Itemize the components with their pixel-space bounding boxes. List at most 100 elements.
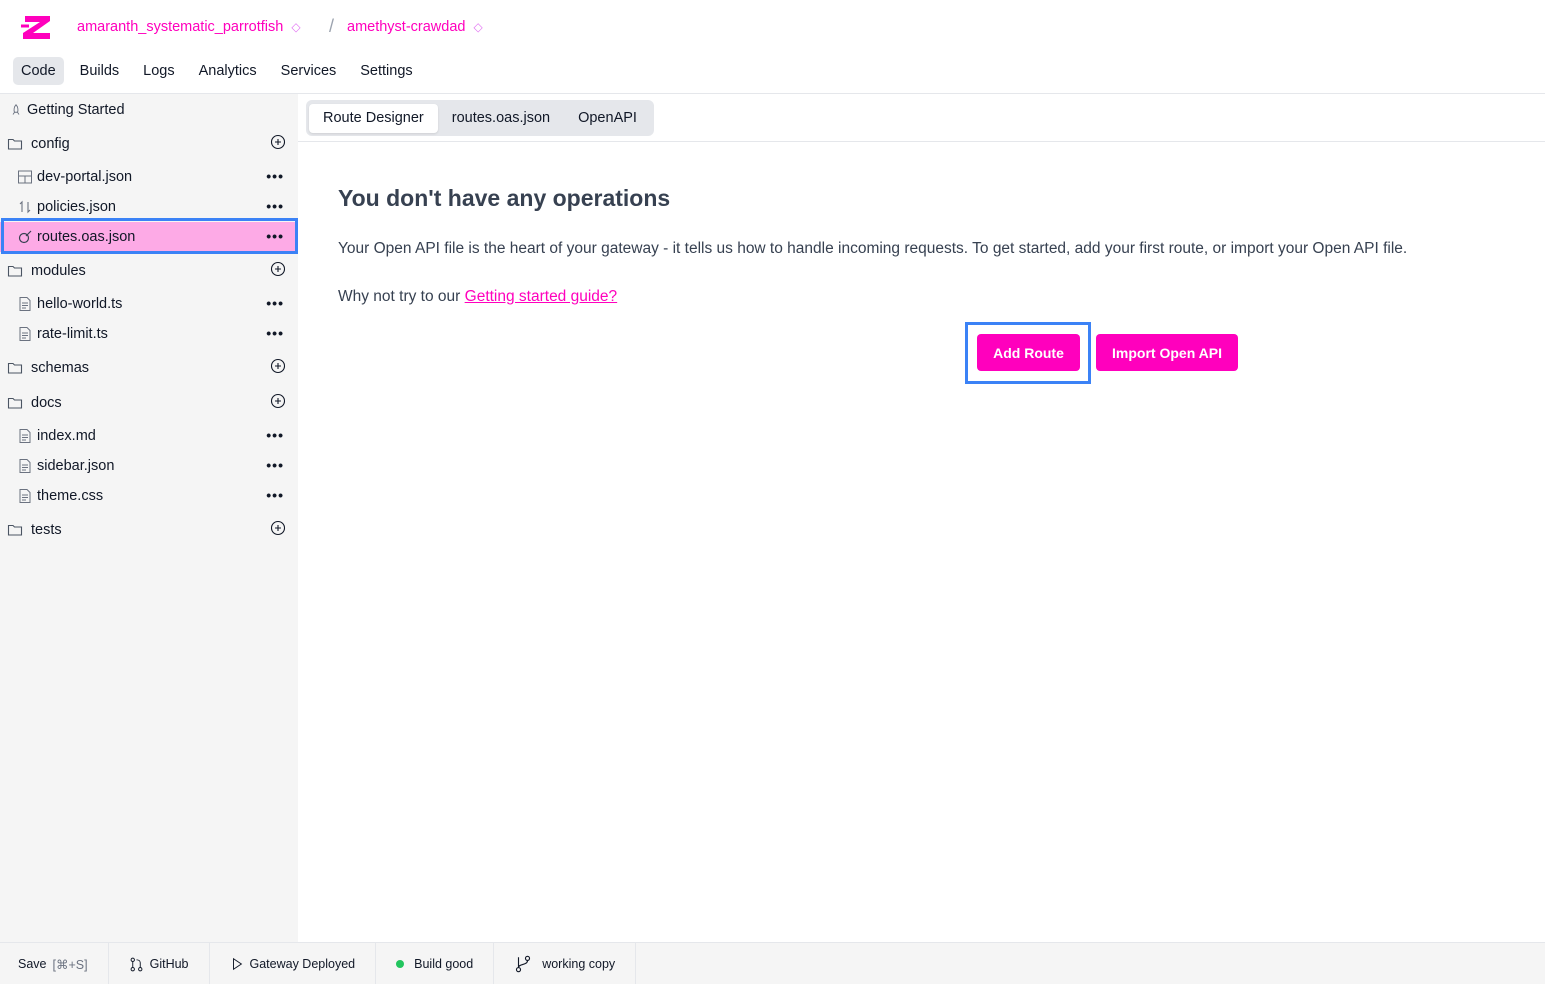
file-sidebar-json[interactable]: sidebar.json ••• (0, 451, 298, 481)
route-designer-panel: Route Designer routes.oas.json OpenAPI Y… (298, 94, 1545, 942)
github-label: GitHub (149, 957, 189, 971)
rocket-icon (12, 104, 20, 115)
layout-icon (18, 170, 32, 184)
nav-logs[interactable]: Logs (135, 57, 182, 85)
folder-schemas[interactable]: schemas (0, 353, 298, 383)
status-dot-icon (396, 960, 405, 968)
file-icon (19, 489, 31, 503)
play-icon (232, 957, 242, 971)
more-options-icon[interactable]: ••• (266, 199, 284, 213)
file-rate-limit[interactable]: rate-limit.ts ••• (0, 319, 298, 349)
save-shortcut: [⌘+S] (52, 957, 88, 972)
file-label: sidebar.json (37, 458, 115, 474)
breadcrumb-separator: / (329, 16, 335, 36)
file-routes-oas[interactable]: routes.oas.json ••• (0, 222, 298, 252)
save-label: Save (18, 957, 47, 971)
project-name: amaranth_systematic_parrotfish (77, 19, 284, 35)
tab-openapi[interactable]: OpenAPI (564, 104, 651, 133)
file-index-md[interactable]: index.md ••• (0, 421, 298, 451)
project-switcher[interactable]: amaranth_systematic_parrotfish ◇ (77, 18, 301, 36)
more-options-icon[interactable]: ••• (266, 458, 284, 472)
more-options-icon[interactable]: ••• (266, 488, 284, 502)
folder-label: docs (31, 395, 62, 411)
getting-started-hint: Why not try to our Getting started guide… (338, 288, 617, 306)
folder-icon (7, 265, 23, 277)
top-header: amaranth_systematic_parrotfish ◇ / ameth… (0, 0, 1545, 94)
file-icon (19, 429, 31, 443)
route-icon (18, 230, 32, 244)
folder-label: tests (31, 522, 62, 538)
git-pull-request-icon (130, 957, 142, 971)
file-icon (19, 459, 31, 473)
save-button[interactable]: Save [⌘+S] (0, 943, 109, 984)
nav-analytics[interactable]: Analytics (191, 57, 265, 85)
editor-tabs: Route Designer routes.oas.json OpenAPI (306, 100, 654, 136)
arrows-up-down-icon (19, 200, 31, 214)
folder-label: schemas (31, 360, 90, 376)
tab-routes-oas-json[interactable]: routes.oas.json (438, 104, 564, 133)
more-options-icon[interactable]: ••• (266, 428, 284, 442)
folder-icon (7, 524, 23, 536)
gateway-label: Gateway Deployed (249, 957, 356, 971)
import-openapi-button[interactable]: Import Open API (1096, 334, 1238, 371)
add-file-icon[interactable] (270, 134, 286, 150)
more-options-icon[interactable]: ••• (266, 296, 284, 310)
zuplo-logo-icon[interactable] (19, 12, 55, 42)
gateway-status[interactable]: Gateway Deployed (210, 943, 377, 984)
folder-icon (7, 362, 23, 374)
file-label: policies.json (37, 199, 116, 215)
github-button[interactable]: GitHub (109, 943, 210, 984)
add-file-icon[interactable] (270, 520, 286, 536)
file-theme-css[interactable]: theme.css ••• (0, 481, 298, 511)
add-file-icon[interactable] (270, 393, 286, 409)
nav-services[interactable]: Services (273, 57, 345, 85)
chevron-up-down-icon: ◇ (473, 20, 483, 34)
add-route-button[interactable]: Add Route (977, 334, 1080, 371)
more-options-icon[interactable]: ••• (266, 326, 284, 340)
add-file-icon[interactable] (270, 358, 286, 374)
file-hello-world[interactable]: hello-world.ts ••• (0, 289, 298, 319)
more-options-icon[interactable]: ••• (266, 169, 284, 183)
tab-route-designer[interactable]: Route Designer (309, 103, 438, 133)
git-branch-icon (516, 955, 531, 973)
file-icon (19, 327, 31, 341)
editor-tab-bar: Route Designer routes.oas.json OpenAPI (298, 94, 1545, 142)
environment-name: amethyst-crawdad (347, 19, 466, 35)
build-status[interactable]: Build good (376, 943, 495, 984)
build-label: Build good (414, 957, 474, 971)
file-policies[interactable]: policies.json ••• (0, 192, 298, 222)
file-label: routes.oas.json (37, 229, 136, 245)
branch-label: working copy (542, 957, 616, 971)
folder-config[interactable]: config (0, 129, 298, 159)
nav-builds[interactable]: Builds (72, 57, 128, 85)
folder-icon (7, 397, 23, 409)
main-nav: Code Builds Logs Analytics Services Sett… (13, 57, 429, 85)
getting-started-link[interactable]: Getting started guide? (465, 288, 618, 305)
nav-settings[interactable]: Settings (352, 57, 420, 85)
branch-status[interactable]: working copy (494, 943, 637, 984)
file-label: theme.css (37, 488, 104, 504)
getting-started-item[interactable]: Getting Started (0, 95, 298, 125)
file-label: index.md (37, 428, 96, 444)
hint-text: Why not try to our (338, 288, 465, 305)
status-bar: Save [⌘+S] GitHub Gateway Deployed Build… (0, 942, 1545, 984)
file-label: hello-world.ts (37, 296, 123, 312)
file-icon (19, 297, 31, 311)
more-options-icon[interactable]: ••• (266, 229, 284, 243)
folder-tests[interactable]: tests (0, 515, 298, 545)
folder-label: modules (31, 263, 86, 279)
file-dev-portal[interactable]: dev-portal.json ••• (0, 162, 298, 192)
file-tree-sidebar: Getting Started config dev-portal.json •… (0, 94, 298, 942)
nav-code[interactable]: Code (13, 57, 64, 85)
file-label: dev-portal.json (37, 169, 133, 185)
empty-state-heading: You don't have any operations (338, 185, 671, 211)
getting-started-label: Getting Started (27, 102, 125, 118)
add-file-icon[interactable] (270, 261, 286, 277)
folder-modules[interactable]: modules (0, 256, 298, 286)
folder-docs[interactable]: docs (0, 388, 298, 418)
environment-switcher[interactable]: amethyst-crawdad ◇ (347, 18, 483, 36)
chevron-up-down-icon: ◇ (291, 20, 301, 34)
file-label: rate-limit.ts (37, 326, 108, 342)
folder-icon (7, 138, 23, 150)
folder-label: config (31, 136, 70, 152)
